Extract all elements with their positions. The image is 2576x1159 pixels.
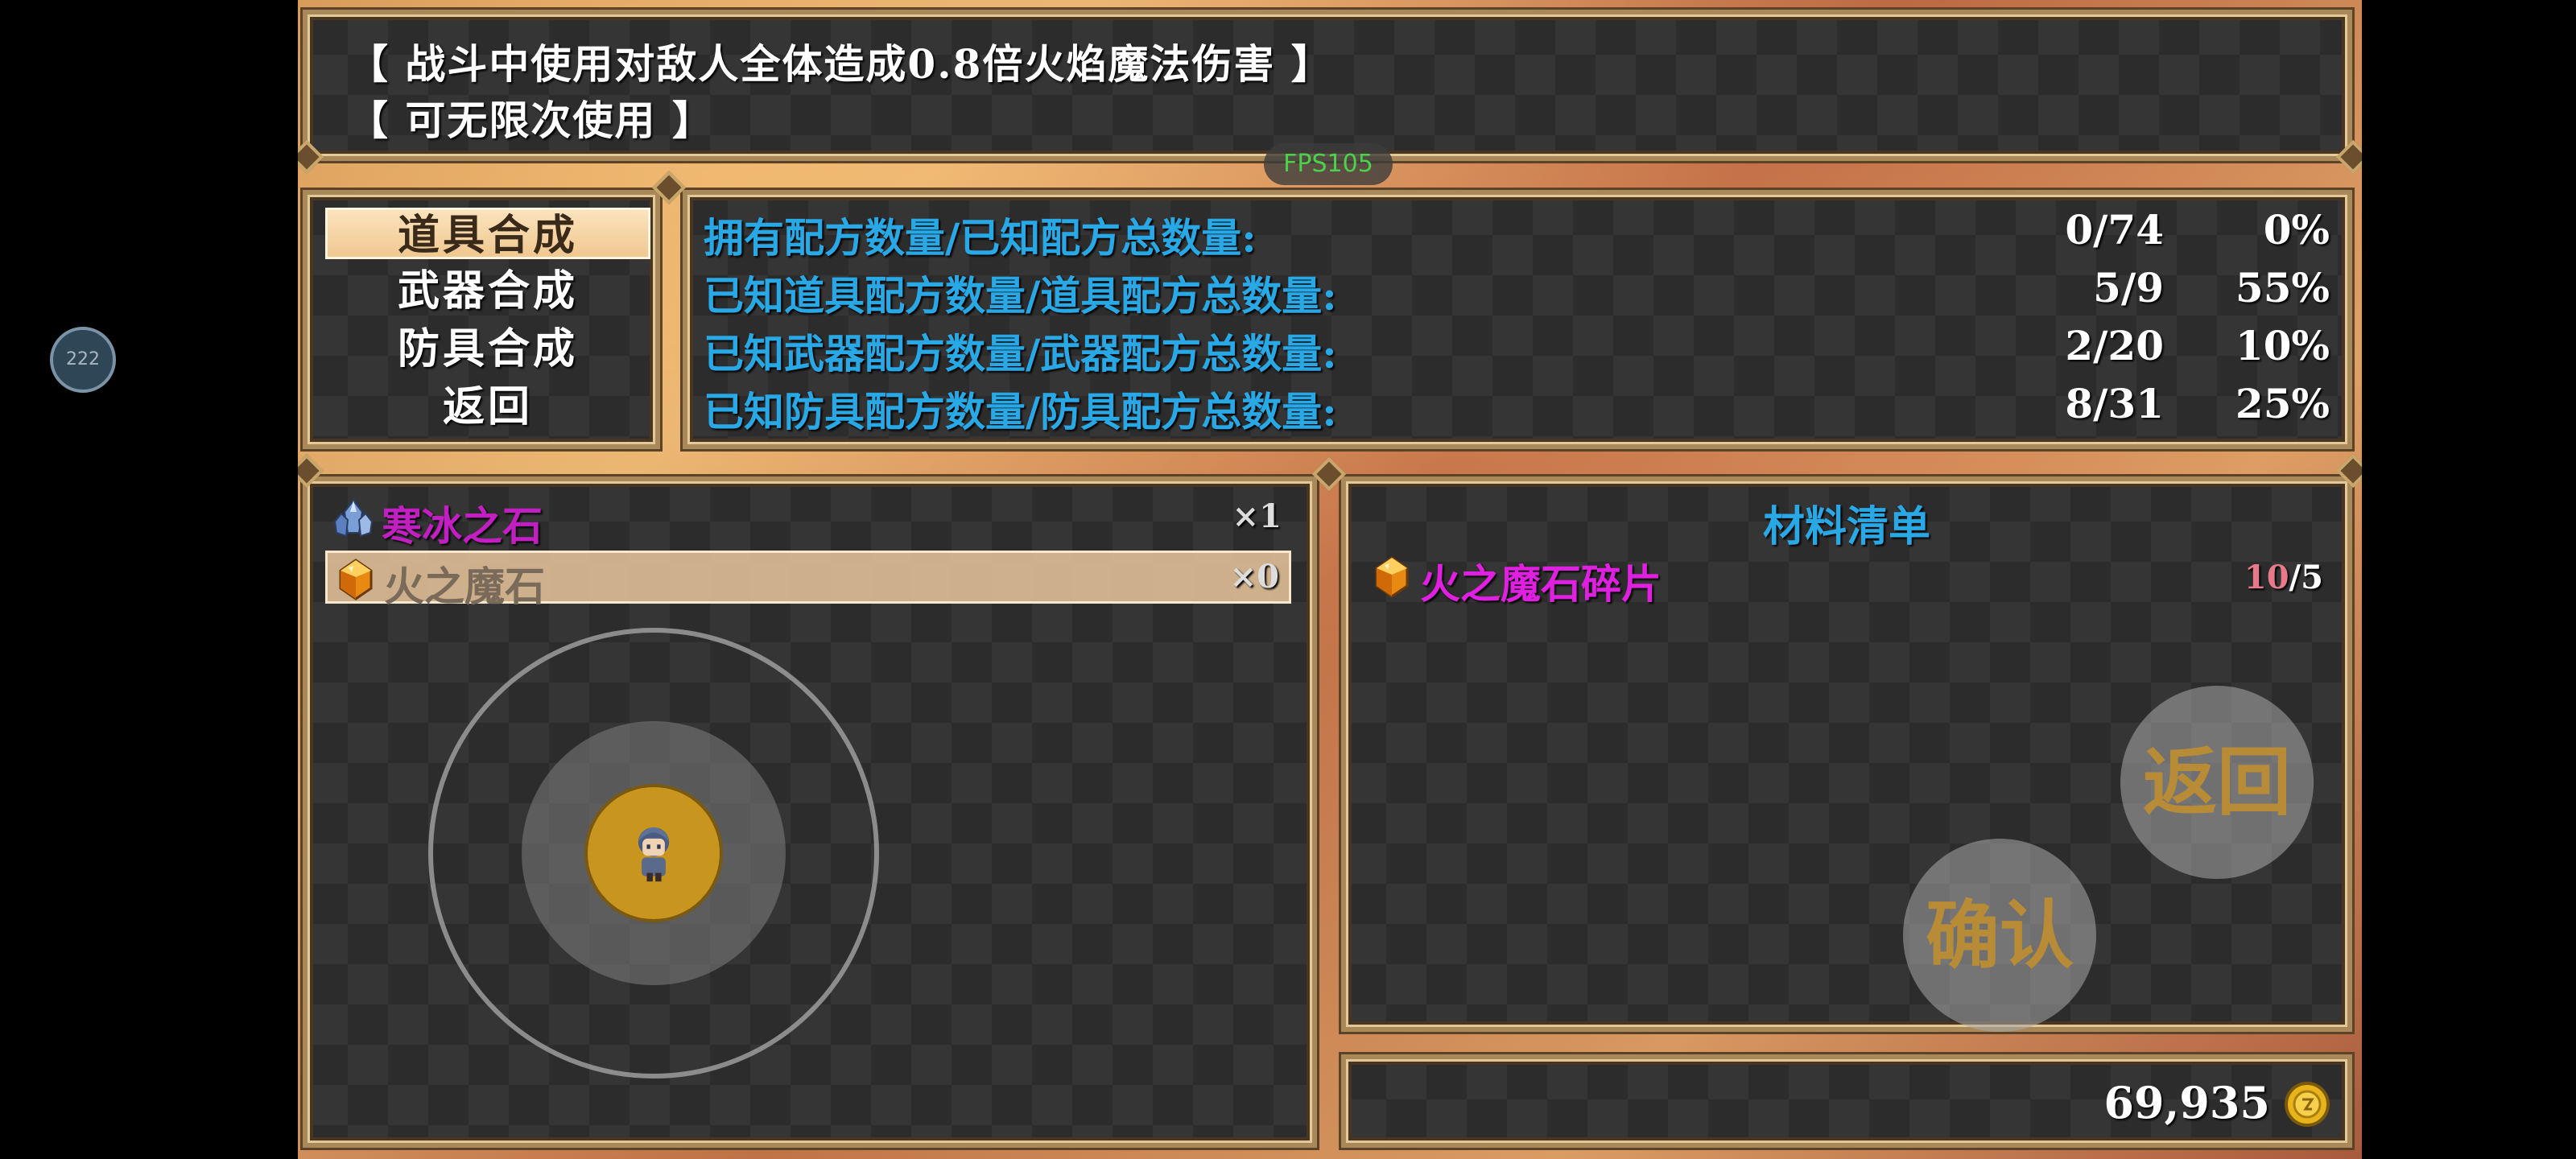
stat-percent-owned-recipes: 0% [2263, 206, 2330, 254]
side-overlay-button[interactable]: 222 [50, 327, 116, 393]
stat-ratio-armor-recipes: 8/31 [2065, 380, 2164, 427]
description-line-1: 【 战斗中使用对敌人全体造成0.8倍火焰魔法伤害 】 [348, 40, 1333, 88]
stat-percent-item-recipes: 55% [2235, 264, 2330, 311]
category-item-back[interactable]: 返回 [325, 382, 650, 433]
description-line-2: 【 可无限次使用 】 [348, 97, 714, 144]
recipe-item-name: 火之魔石 [384, 563, 545, 610]
category-menu: 道具合成 武器合成 防具合成 返回 [300, 188, 663, 452]
recipe-item-fire-stone[interactable]: 火之魔石 ×0 [325, 551, 1291, 610]
materials-title: 材料清单 [1762, 502, 1930, 551]
fire-gem-icon [339, 559, 373, 600]
material-required: /5 [2289, 559, 2323, 596]
description-window: 【 战斗中使用对敌人全体造成0.8倍火焰魔法伤害 】 【 可无限次使用 】 [300, 7, 2355, 163]
game-screen: 【 战斗中使用对敌人全体造成0.8倍火焰魔法伤害 】 【 可无限次使用 】 FP… [298, 0, 2362, 1159]
category-item-weapons[interactable]: 武器合成 [325, 266, 650, 317]
fire-gem-icon [1375, 556, 1409, 598]
recipe-stats-window: 拥有配方数量/已知配方总数量: 0/74 0% 已知道具配方数量/道具配方总数量… [680, 188, 2355, 452]
stat-label-armor-recipes: 已知防具配方数量/防具配方总数量: [704, 388, 1337, 435]
stat-label-owned-recipes: 拥有配方数量/已知配方总数量: [704, 214, 1257, 262]
recipe-item-ice-stone[interactable]: 寒冰之石 ×1 [325, 493, 1291, 550]
stat-ratio-owned-recipes: 0/74 [2065, 206, 2164, 254]
category-item-armor[interactable]: 防具合成 [325, 324, 650, 375]
material-count: 10/5 [2244, 559, 2323, 596]
gold-window: 69,935 [1339, 1052, 2355, 1150]
confirm-button[interactable]: 确认 [1903, 839, 2096, 1032]
fps-counter: FPS105 [1264, 143, 1393, 185]
stat-ratio-weapon-recipes: 2/20 [2065, 322, 2164, 369]
material-name: 火之魔石碎片 [1420, 560, 1662, 608]
category-item-items[interactable]: 道具合成 [325, 208, 650, 260]
stat-label-weapon-recipes: 已知武器配方数量/武器配方总数量: [704, 330, 1337, 377]
player-character-sprite [638, 827, 670, 882]
gold-amount: 69,935 [2103, 1077, 2270, 1128]
stat-percent-armor-recipes: 25% [2235, 380, 2330, 427]
back-button[interactable]: 返回 [2120, 686, 2314, 879]
stat-percent-weapon-recipes: 10% [2235, 322, 2330, 369]
material-owned: 10 [2244, 559, 2289, 596]
recipe-item-quantity: ×1 [1232, 497, 1282, 535]
recipe-item-quantity: ×0 [1229, 558, 1279, 596]
stat-ratio-item-recipes: 5/9 [2093, 264, 2164, 311]
recipe-list-window: 寒冰之石 ×1 火之魔石 ×0 [300, 474, 1319, 1150]
stat-label-item-recipes: 已知道具配方数量/道具配方总数量: [704, 272, 1337, 320]
ice-crystal-icon [333, 499, 374, 538]
recipe-item-name: 寒冰之石 [382, 502, 543, 550]
gold-coin-icon [2285, 1082, 2330, 1127]
material-row: 火之魔石碎片 10/5 [1364, 551, 2330, 608]
